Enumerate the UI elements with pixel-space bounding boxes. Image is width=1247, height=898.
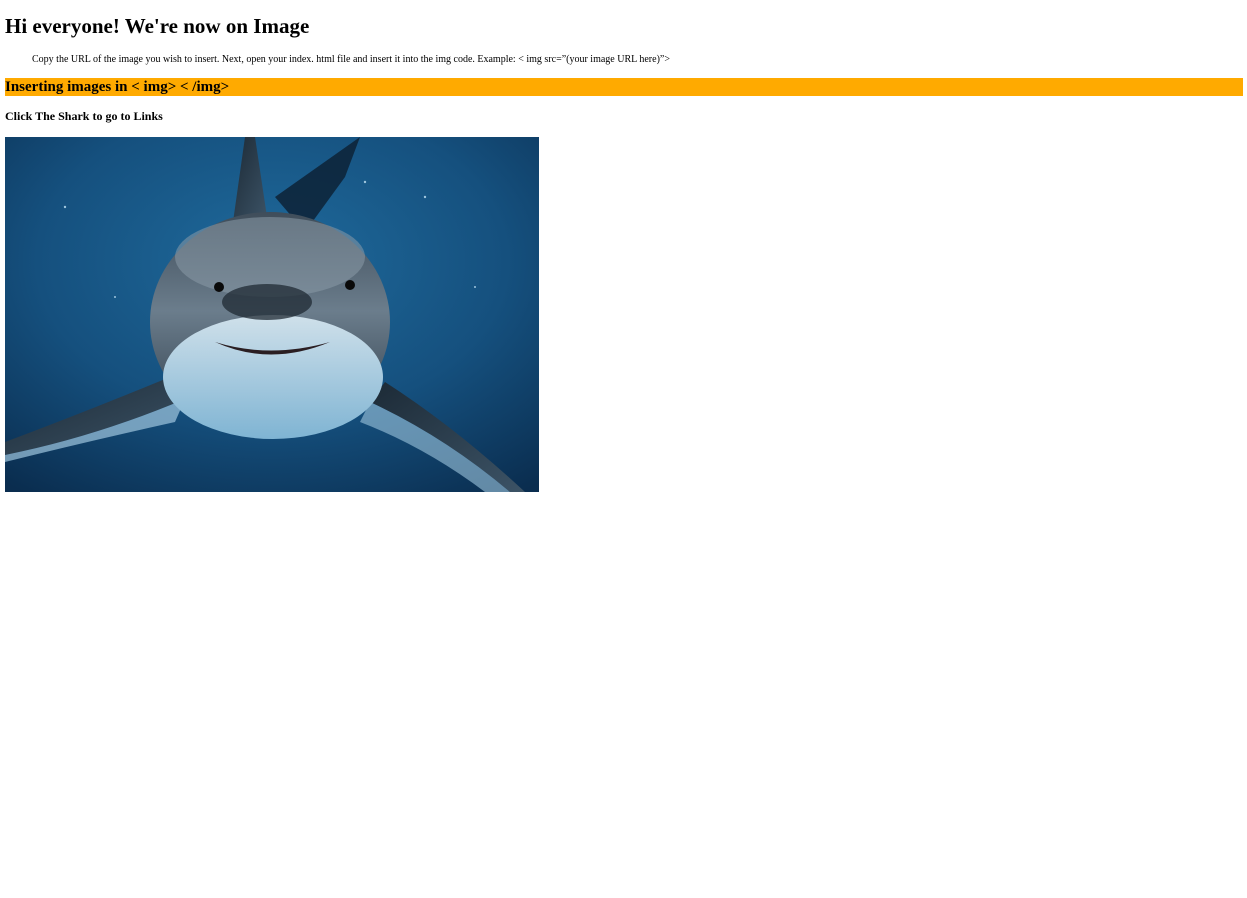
click-hint: Click The Shark to go to Links — [5, 109, 163, 123]
shark-photo-icon — [5, 137, 539, 492]
shark-image-link[interactable] — [5, 137, 539, 492]
shark-left-eye — [214, 282, 224, 292]
shark-belly — [163, 315, 383, 439]
intro-paragraph: Copy the URL of the image you wish to in… — [32, 54, 670, 65]
section-heading: Inserting images in < img> < /img> — [5, 78, 1243, 96]
page-title: Hi everyone! We're now on Image — [5, 14, 310, 38]
shark-right-eye — [345, 280, 355, 290]
